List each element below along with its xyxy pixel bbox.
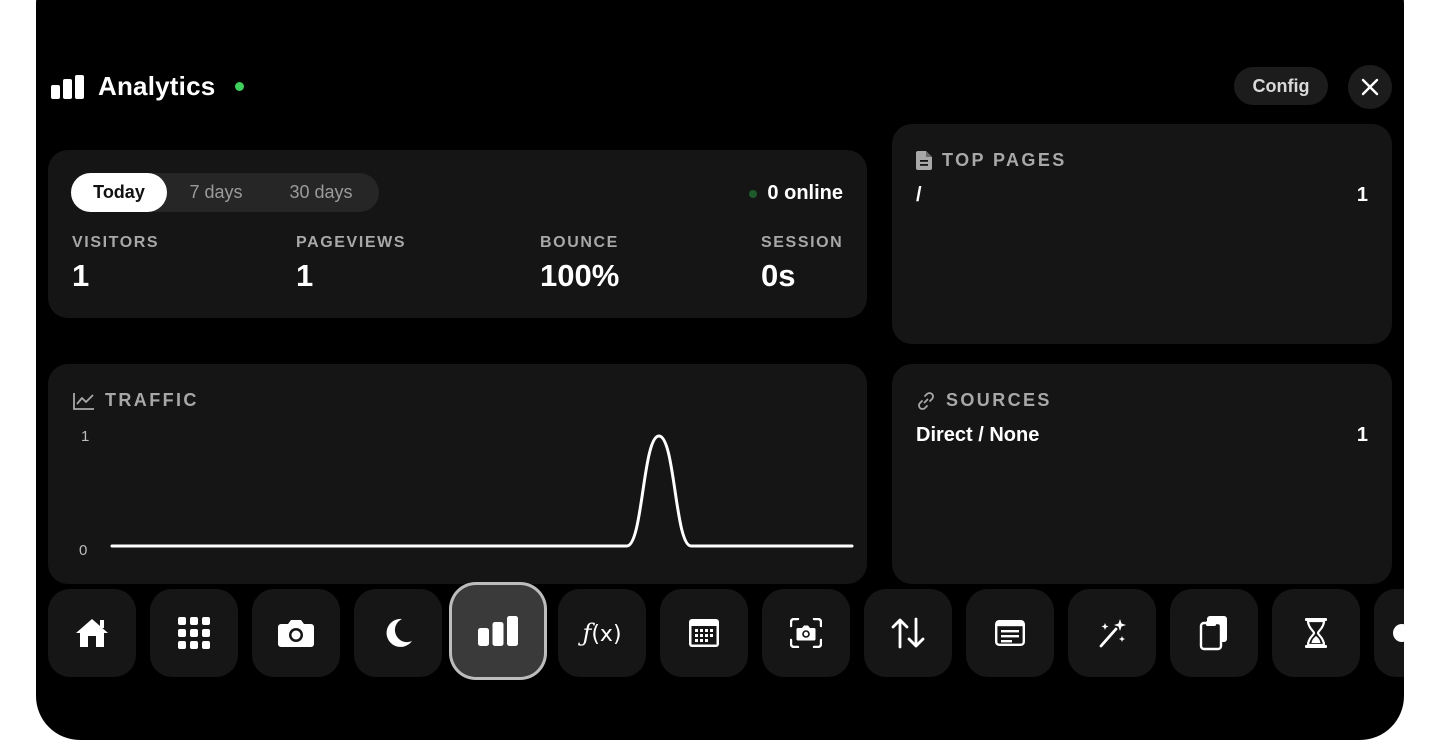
traffic-chart: 1 0 [79, 428, 854, 559]
stat-visitors-label: VISITORS [72, 234, 160, 251]
close-icon [1360, 77, 1380, 97]
range-selector: Today 7 days 30 days [71, 173, 379, 212]
dock-timer-button[interactable] [1272, 589, 1360, 677]
moon-icon [382, 617, 414, 649]
dock-screenshot-button[interactable] [762, 589, 850, 677]
apps-grid-icon [178, 617, 210, 649]
dock-night-mode-button[interactable] [354, 589, 442, 677]
tab-30-days[interactable]: 30 days [265, 173, 377, 212]
dock-analytics-button[interactable] [452, 585, 544, 677]
tab-today[interactable]: Today [71, 173, 167, 212]
dock-sort-button[interactable] [864, 589, 952, 677]
close-button[interactable] [1348, 65, 1392, 109]
top-pages-card: TOP PAGES / 1 [892, 124, 1392, 344]
analytics-panel: Analytics Config Today 7 days 30 days 0 … [36, 0, 1404, 740]
page-count: 1 [1356, 184, 1368, 206]
status-dot [235, 82, 244, 91]
magic-wand-icon [1096, 617, 1128, 649]
home-icon [74, 617, 110, 649]
bar-chart-icon [478, 616, 518, 646]
online-dot [749, 189, 758, 198]
dock-clipboard-button[interactable] [1170, 589, 1258, 677]
tab-7-days[interactable]: 7 days [167, 173, 265, 212]
arrows-up-down-icon [891, 617, 925, 649]
clipboard-icon [1199, 615, 1229, 651]
stat-session-value: 0s [761, 258, 796, 293]
calendar-icon [689, 619, 719, 647]
stat-pageviews-value: 1 [296, 258, 314, 293]
stat-pageviews-label: PAGEVIEWS [296, 234, 407, 251]
stat-visitors-value: 1 [72, 258, 90, 293]
dock-function-button[interactable]: ƒ(x) [558, 589, 646, 677]
source-name[interactable]: Direct / None [916, 424, 1039, 447]
top-pages-title: TOP PAGES [916, 150, 1067, 171]
traffic-card: TRAFFIC 1 0 [48, 364, 867, 584]
y-tick-min: 0 [79, 542, 87, 559]
sources-card: SOURCES Direct / None 1 [892, 364, 1392, 584]
partial-icon [1388, 623, 1404, 643]
screenshot-icon [790, 618, 822, 648]
stat-bounce-value: 100% [540, 258, 620, 293]
stat-bounce-label: BOUNCE [540, 234, 619, 251]
link-icon [916, 391, 936, 411]
function-icon: ƒ(x) [582, 619, 622, 647]
sources-title: SOURCES [916, 390, 1052, 411]
stats-card: Today 7 days 30 days 0 online VISITORS 1… [48, 150, 867, 318]
online-count: 0 online [767, 182, 843, 204]
dock-magic-button[interactable] [1068, 589, 1156, 677]
dock-messages-button[interactable] [966, 589, 1054, 677]
bar-chart-icon [51, 75, 84, 99]
hourglass-icon [1305, 618, 1327, 648]
stat-session-label: SESSION [761, 234, 844, 251]
page-title: Analytics [98, 71, 216, 101]
page-path[interactable]: / [916, 184, 922, 207]
dock-camera-button[interactable] [252, 589, 340, 677]
message-icon [995, 620, 1025, 646]
camera-icon [277, 618, 315, 648]
dock-more-button[interactable] [1374, 589, 1404, 677]
config-button[interactable]: Config [1234, 67, 1328, 105]
traffic-series-line [110, 434, 854, 548]
y-tick-max: 1 [81, 428, 89, 445]
source-count: 1 [1356, 424, 1368, 446]
dock-calendar-button[interactable] [660, 589, 748, 677]
dock-apps-button[interactable] [150, 589, 238, 677]
dock-home-button[interactable] [48, 589, 136, 677]
online-indicator: 0 online [749, 182, 843, 205]
document-icon [916, 151, 932, 170]
